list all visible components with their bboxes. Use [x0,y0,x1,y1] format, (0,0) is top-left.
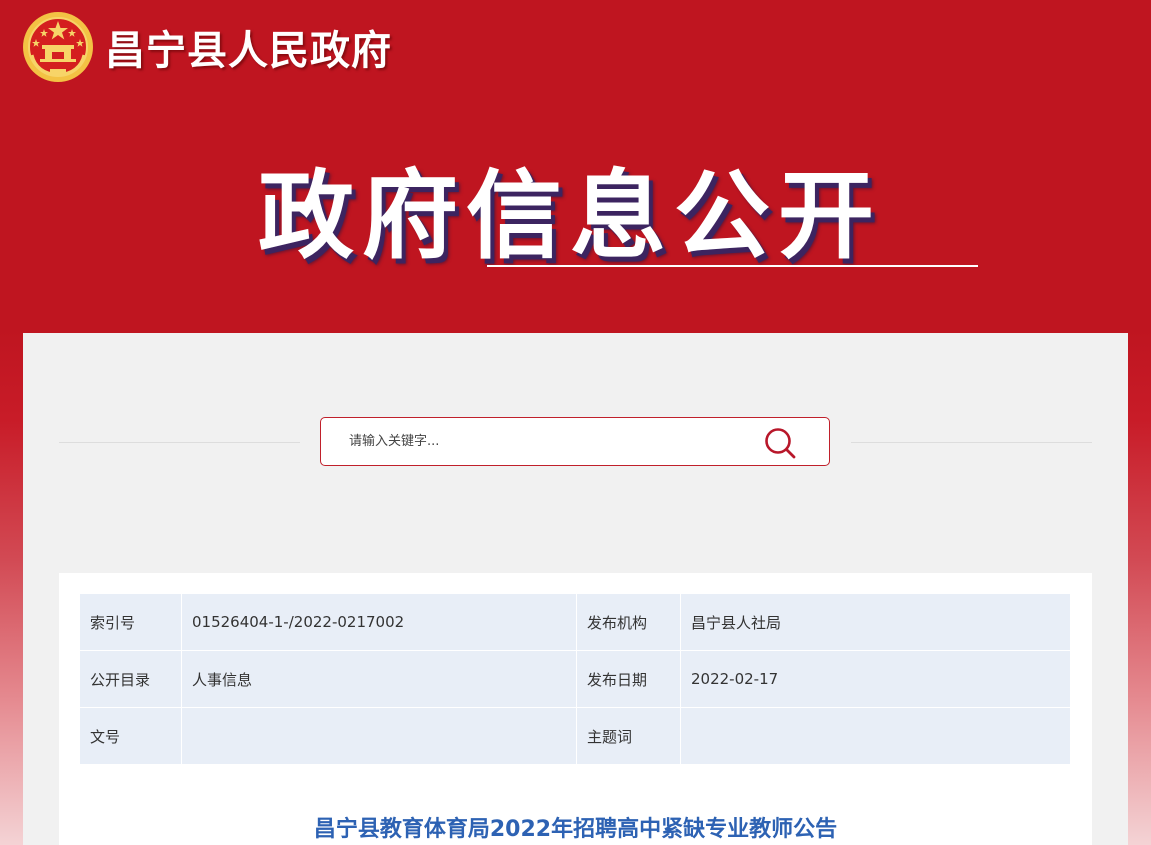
table-row: 公开目录 人事信息 发布日期 2022-02-17 [80,650,1070,708]
document-meta-table: 索引号 01526404-1-/2022-0217002 发布机构 昌宁县人社局… [80,594,1070,764]
national-emblem-icon[interactable] [22,11,94,83]
article-title: 昌宁县教育体育局2022年招聘高中紧缺专业教师公告 [313,817,838,842]
index-number-value: 01526404-1-/2022-0217002 [181,594,577,651]
publish-date-value: 2022-02-17 [680,650,1070,708]
index-number-label: 索引号 [80,594,182,651]
publisher-value: 昌宁县人社局 [680,594,1070,651]
document-number-label: 文号 [80,707,182,764]
main-panel: 索引号 01526404-1-/2022-0217002 发布机构 昌宁县人社局… [23,333,1128,845]
keywords-value [681,708,1071,765]
search-divider-left [59,442,300,443]
search-box [320,417,830,466]
banner-title: 政府信息公开 [258,160,882,272]
banner-underline-divider [487,265,978,267]
site-name[interactable]: 昌宁县人民政府 [105,18,392,76]
search-divider-right [851,442,1092,443]
publish-date-label: 发布日期 [576,650,681,708]
table-row: 文号 主题词 [80,707,1071,765]
site-header: 昌宁县人民政府 政府信息公开 [0,0,1151,330]
search-input[interactable] [349,418,749,465]
keywords-label: 主题词 [576,707,681,764]
catalog-label: 公开目录 [80,650,182,708]
publisher-label: 发布机构 [576,594,681,651]
search-icon[interactable] [763,426,799,462]
article-content-card: 索引号 01526404-1-/2022-0217002 发布机构 昌宁县人社局… [59,573,1092,845]
catalog-value: 人事信息 [181,650,577,708]
table-row: 索引号 01526404-1-/2022-0217002 发布机构 昌宁县人社局 [80,594,1070,651]
document-number-value [181,707,577,764]
